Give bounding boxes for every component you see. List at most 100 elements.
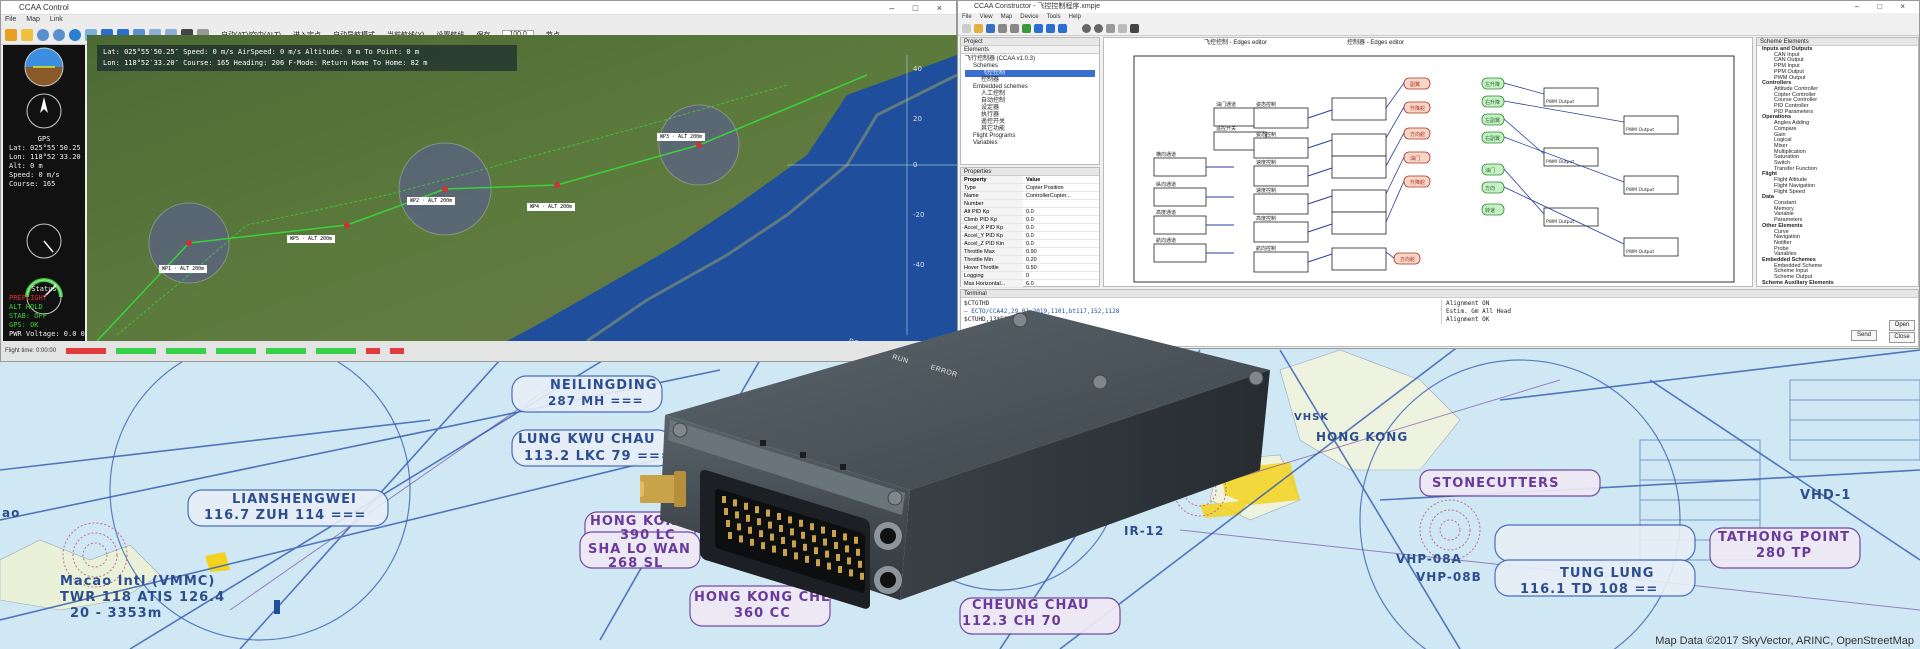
gcs-menu-map[interactable]: Map [26,15,40,25]
stop-icon[interactable] [1058,24,1067,33]
tree-item-root[interactable]: 飞行控制器 (CCAA v1.0.3) [965,56,1095,63]
save-icon[interactable] [986,24,995,33]
property-value[interactable]: 0.20 [1023,256,1093,263]
connector-pin [777,513,781,520]
diagram-block-output-label: PWM Output [1626,127,1654,133]
tree-item-flight-programs[interactable]: Flight Programs [965,133,1095,140]
tree-item-rc-switch[interactable]: 遥控开关 [965,119,1095,126]
satellite-map[interactable]: Lat: 025°55′50.25″ Speed: 0 m/s AirSpeed… [87,35,957,341]
constructor-window-title: CCAA Constructor - 飞控控制程序.xmpje [974,3,1101,10]
property-row[interactable]: Type Copter Position [961,184,1099,192]
add-icon[interactable] [1022,24,1031,33]
property-value[interactable]: 0.50 [1023,264,1093,271]
undo-icon[interactable] [998,24,1007,33]
cons-menu-view[interactable]: View [980,13,993,22]
zoom-in-icon[interactable] [37,28,49,41]
diagram-block-orange-label: 油门 [1410,155,1420,162]
run-icon[interactable] [1034,24,1043,33]
tree-item-actuator[interactable]: 执行器 [965,112,1095,119]
property-value[interactable]: 0.0 [1023,224,1093,231]
property-row[interactable]: Accel_X PID Kp 0.0 [961,224,1099,232]
open-icon[interactable] [21,28,33,41]
property-row[interactable]: Accel_Y PID Kp 0.0 [961,232,1099,240]
close-button[interactable]: Close [1889,332,1915,343]
property-value[interactable]: 0.0 [1023,240,1093,247]
property-value[interactable]: 6.0 [1023,280,1093,287]
cons-menu-tools[interactable]: Tools [1047,13,1061,22]
diagram-block-left-label: 航向通道 [1156,237,1176,244]
property-value[interactable]: 0.90 [1023,248,1093,255]
property-row[interactable]: Logging 0 [961,272,1099,280]
tree-item-embedded-schemes[interactable]: Embedded schemes [965,84,1095,91]
curve-icon[interactable] [1130,24,1139,33]
property-row[interactable]: Accel_Z PID Kin 0.0 [961,240,1099,248]
waypoint-label-4[interactable]: WP4 · ALT 200m [527,203,576,211]
property-value[interactable]: 0.0 [1023,216,1093,223]
tree-item-variables[interactable]: Variables [965,140,1095,147]
property-value[interactable]: 0.0 [1023,232,1093,239]
tree-item-setter[interactable]: 设定器 [965,105,1095,112]
cons-menu-device[interactable]: Device [1020,13,1038,22]
property-value[interactable]: 0 [1023,272,1093,279]
device-illustration [632,310,1270,609]
redo-icon[interactable] [1010,24,1019,33]
status-chip-3 [166,348,207,354]
gcs-window-controls[interactable]: – □ × [889,1,950,15]
zoom-out-icon[interactable] [53,28,65,41]
grid-icon[interactable] [1118,24,1127,33]
status-chip-4 [216,348,257,354]
element-category[interactable]: Scheme Auxiliary Elements [1760,280,1915,287]
cons-menu-help[interactable]: Help [1069,13,1081,22]
property-row[interactable]: Alt PID Kp 0.0 [961,208,1099,216]
waypoint-label-3[interactable]: WP3 · ALT 200m [657,133,706,141]
waypoint-label-5[interactable]: WP5 · ALT 200m [287,235,336,243]
chart-label-lianshengwei: LIANSHENGWEI [232,492,357,507]
open-button[interactable]: Open [1889,320,1915,331]
property-row[interactable]: Max Horizontal... 6.0 [961,280,1099,288]
status-chip-5 [266,348,307,354]
zoom-in-icon[interactable] [1082,24,1091,33]
tree-item-other[interactable]: 其它功能 [965,126,1095,133]
tab-controller-editor[interactable]: 控制器 - Edges editor [1347,38,1404,48]
connector-pin [827,562,831,570]
send-button[interactable]: Send [1851,330,1877,341]
open-folder-icon[interactable] [974,24,983,33]
tree-item-schemes[interactable]: Schemes [965,63,1095,70]
property-row[interactable]: Climb PID Kp 0.0 [961,216,1099,224]
diagram-link [1307,109,1333,119]
property-value[interactable]: ControllerCopter... [1023,192,1093,199]
tree-item-controller[interactable]: 控制器 [965,77,1095,84]
tree-item-auto[interactable]: 自动控制 [965,98,1095,105]
cons-menu-map[interactable]: Map [1001,13,1013,22]
diagram-block-green-label: 油门 [1485,167,1495,174]
gcs-titlebar: CCAA Control – □ × [1,1,956,15]
scheme-editor[interactable]: 飞控控制 - Edges editor 控制器 - Edges editor 横… [1103,37,1753,287]
cons-menu-file[interactable]: File [962,13,972,22]
gcs-menu-file[interactable]: File [5,15,16,25]
property-value[interactable] [1023,200,1093,207]
new-icon[interactable] [962,24,971,33]
property-row[interactable]: Throttle Max 0.90 [961,248,1099,256]
property-key: Max Horizontal... [961,280,1023,287]
connect-icon[interactable] [5,28,17,41]
zoom-out-icon[interactable] [1094,24,1103,33]
property-row[interactable]: Number [961,200,1099,208]
tree-item-manual[interactable]: 人工控制 [965,91,1095,98]
tab-flight-control-editor[interactable]: 飞控控制 - Edges editor [1204,38,1267,48]
property-row[interactable]: Name ControllerCopter... [961,192,1099,200]
scheme-elements-panel: Scheme Elements Inputs and Outputs CAN In… [1756,37,1919,287]
property-value[interactable]: 0.0 [1023,208,1093,215]
pause-icon[interactable] [1046,24,1055,33]
property-row[interactable]: Hover Throttle 0.50 [961,264,1099,272]
gcs-menu-link[interactable]: Link [50,15,63,25]
tree-item-flight-control[interactable]: 飞控控制 [965,70,1095,77]
constructor-window-controls[interactable]: – □ × [1855,1,1913,13]
constructor-titlebar: CCAA Constructor - 飞控控制程序.xmpje – □ × [958,1,1919,13]
property-row[interactable]: Throttle Min 0.20 [961,256,1099,264]
diagram-link [1307,167,1333,177]
globe-icon[interactable] [69,28,81,41]
waypoint-label-1[interactable]: WP1 · ALT 200m [159,265,208,273]
property-value[interactable]: Copter Position [1023,184,1093,191]
fit-icon[interactable] [1106,24,1115,33]
waypoint-label-2[interactable]: WP2 · ALT 200m [407,197,456,205]
